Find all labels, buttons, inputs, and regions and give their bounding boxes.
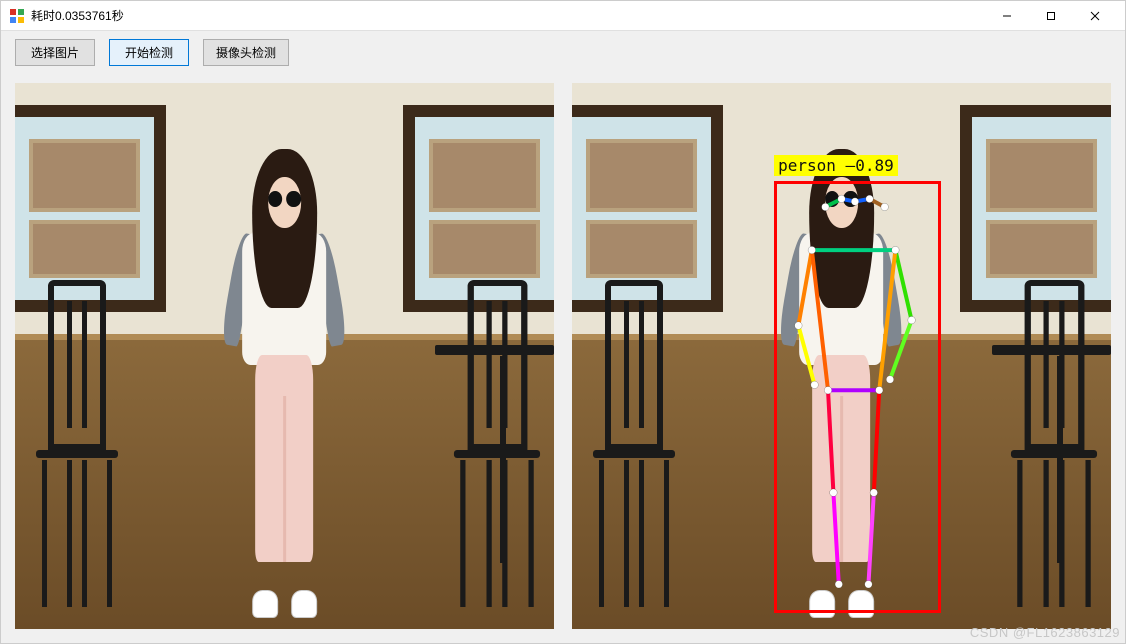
detection-result-panel: person —0.89 — [572, 83, 1111, 629]
pose-keypoint-left_knee — [830, 489, 838, 497]
pose-bone — [812, 250, 828, 390]
pose-bone — [895, 250, 911, 320]
pose-bone — [868, 493, 873, 585]
pose-skeleton-overlay — [572, 83, 1111, 622]
pose-bone — [798, 326, 814, 385]
close-button[interactable] — [1073, 2, 1117, 30]
select-image-button[interactable]: 选择图片 — [15, 39, 95, 66]
minimize-button[interactable] — [985, 2, 1029, 30]
maximize-button[interactable] — [1029, 2, 1073, 30]
original-image-panel — [15, 83, 554, 629]
pose-keypoint-right_wrist — [886, 376, 894, 384]
pose-bone — [890, 320, 912, 379]
pose-keypoint-right_knee — [870, 489, 878, 497]
pose-bone — [828, 390, 833, 492]
pose-keypoint-left_elbow — [795, 322, 803, 330]
pose-keypoint-left_ear — [822, 203, 830, 211]
pose-keypoint-nose — [851, 198, 859, 206]
pose-keypoint-right_shoulder — [892, 246, 900, 254]
window-title: 耗时0.0353761秒 — [31, 7, 124, 24]
pose-keypoint-left_shoulder — [808, 246, 816, 254]
pose-keypoint-right_eye — [866, 195, 874, 203]
pose-bone — [833, 493, 838, 585]
window-controls — [985, 2, 1117, 30]
pose-keypoint-right_ear — [881, 203, 889, 211]
application-window: 耗时0.0353761秒 选择图片 开始检测 摄像头检测 — [0, 0, 1126, 644]
content-area: person —0.89 — [1, 73, 1125, 643]
pose-keypoint-left_ankle — [835, 580, 843, 588]
pose-keypoint-right_elbow — [908, 316, 916, 324]
titlebar[interactable]: 耗时0.0353761秒 — [1, 1, 1125, 31]
pose-keypoint-right_hip — [875, 386, 883, 394]
camera-detect-button[interactable]: 摄像头检测 — [203, 39, 289, 66]
start-detect-button[interactable]: 开始检测 — [109, 39, 189, 66]
pose-keypoint-left_wrist — [811, 381, 819, 389]
pose-keypoint-left_hip — [824, 386, 832, 394]
pose-keypoint-right_ankle — [865, 580, 873, 588]
toolbar: 选择图片 开始检测 摄像头检测 — [1, 31, 1125, 73]
pose-bone — [798, 250, 811, 325]
original-image — [15, 83, 554, 629]
pose-keypoint-left_eye — [838, 195, 846, 203]
pose-bone — [874, 390, 879, 492]
app-icon — [9, 8, 25, 24]
